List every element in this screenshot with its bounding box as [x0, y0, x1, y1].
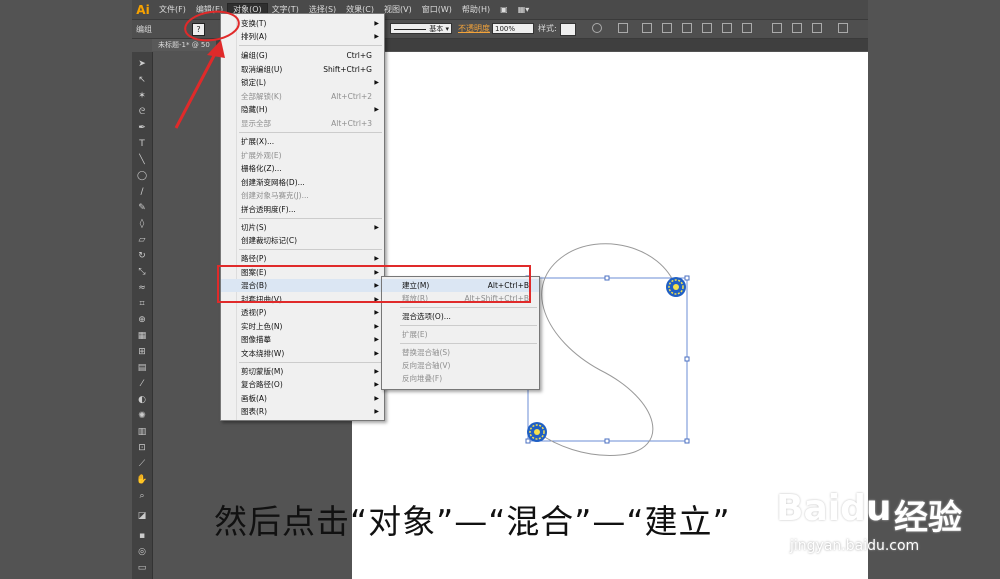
- blend-flower-top-right: [666, 277, 686, 297]
- bbox-handle-tm: [604, 275, 610, 281]
- object-menu-dropdown: 变换(T) ▶ 排列(A) ▶ 编组(G) Ctrl+G 取消编组(U) Shift+C…: [220, 13, 385, 421]
- bbox-handle-mr: [684, 356, 690, 362]
- submenu-item-expand[interactable]: 扩展(E): [382, 328, 539, 341]
- selection-bounding-box: [527, 277, 688, 442]
- menu-separator: [239, 45, 382, 46]
- instruction-caption: 然后点击“对象”—“混合”—“建立”: [214, 502, 731, 541]
- bbox-handle-tr: [684, 275, 690, 281]
- menu-item-hide[interactable]: 隐藏(H) ▶: [221, 103, 384, 116]
- menu-separator: [400, 343, 537, 344]
- watermark-brand: Baidu: [776, 488, 892, 529]
- menu-item-unlock-all[interactable]: 全部解锁(K) Alt+Ctrl+2: [221, 90, 384, 103]
- menu-item-ungroup[interactable]: 取消编组(U) Shift+Ctrl+G: [221, 63, 384, 76]
- submenu-item-replace-spine[interactable]: 替换混合轴(S): [382, 346, 539, 359]
- menu-item-live-paint[interactable]: 实时上色(N) ▶: [221, 320, 384, 333]
- menu-item-rasterize[interactable]: 栅格化(Z)...: [221, 162, 384, 175]
- menu-item-lock[interactable]: 锁定(L) ▶: [221, 76, 384, 89]
- menu-separator: [400, 325, 537, 326]
- menu-separator: [239, 132, 382, 133]
- menu-item-gradient-mesh[interactable]: 创建渐变网格(D)...: [221, 176, 384, 189]
- menu-item-image-trace[interactable]: 图像描摹 ▶: [221, 333, 384, 346]
- bbox-handle-bm: [604, 438, 610, 444]
- menu-item-expand-appearance[interactable]: 扩展外观(E): [221, 149, 384, 162]
- menu-item-compound-path[interactable]: 复合路径(O) ▶: [221, 378, 384, 391]
- watermark-product: 经验: [894, 498, 962, 538]
- menu-separator: [400, 307, 537, 308]
- submenu-item-blend-options[interactable]: 混合选项(O)...: [382, 310, 539, 323]
- menu-item-graph[interactable]: 图表(R) ▶: [221, 405, 384, 418]
- blend-flower-bottom-left: [527, 422, 547, 442]
- menu-item-show-all[interactable]: 显示全部 Alt+Ctrl+3: [221, 117, 384, 130]
- menu-item-expand[interactable]: 扩展(X)...: [221, 135, 384, 148]
- s-curve-path: [536, 243, 677, 456]
- menu-item-path[interactable]: 路径(P) ▶: [221, 252, 384, 265]
- menu-item-flatten-transparency[interactable]: 拼合透明度(F)...: [221, 203, 384, 216]
- menu-item-slice[interactable]: 切片(S) ▶: [221, 221, 384, 234]
- menu-separator: [239, 249, 382, 250]
- bbox-handle-br: [684, 438, 690, 444]
- submenu-item-reverse-front-to-back[interactable]: 反向堆叠(F): [382, 372, 539, 385]
- watermark-url: jingyan.baidu.com: [790, 538, 920, 554]
- menu-item-crop-marks[interactable]: 创建裁切标记(C): [221, 234, 384, 247]
- menu-item-perspective[interactable]: 透视(P) ▶: [221, 306, 384, 319]
- menu-separator: [239, 362, 382, 363]
- menu-item-clipping-mask[interactable]: 剪切蒙版(M) ▶: [221, 365, 384, 378]
- menu-item-object-mosaic[interactable]: 创建对象马赛克(J)...: [221, 189, 384, 202]
- menu-item-artboards[interactable]: 画板(A) ▶: [221, 392, 384, 405]
- menu-item-text-wrap[interactable]: 文本绕排(W) ▶: [221, 347, 384, 360]
- menu-item-arrange[interactable]: 排列(A) ▶: [221, 30, 384, 43]
- annotation-highlight-box: [217, 265, 531, 303]
- submenu-item-reverse-spine[interactable]: 反向混合轴(V): [382, 359, 539, 372]
- bbox-handle-bl: [525, 438, 531, 444]
- menu-separator: [239, 218, 382, 219]
- menu-item-transform[interactable]: 变换(T) ▶: [221, 17, 384, 30]
- baidu-jingyan-watermark: Baidu 经验 jingyan.baidu.com: [776, 482, 996, 572]
- menu-item-group[interactable]: 编组(G) Ctrl+G: [221, 49, 384, 62]
